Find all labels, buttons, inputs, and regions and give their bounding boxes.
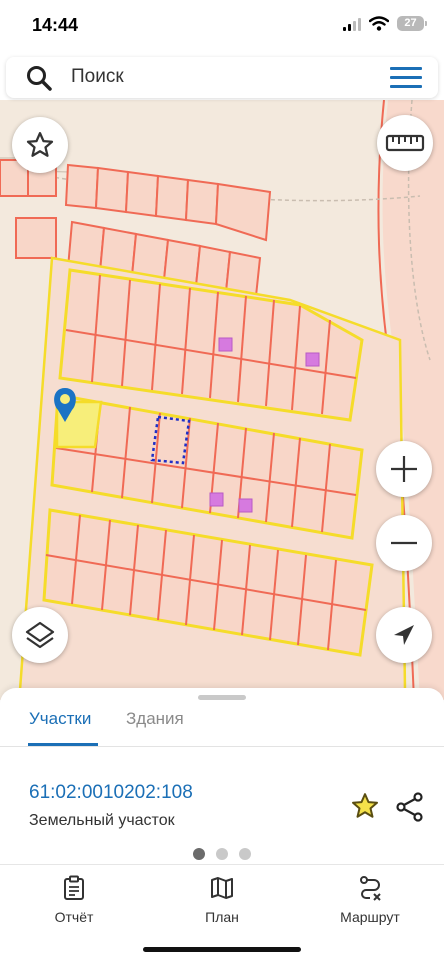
battery-icon: 27 <box>397 16 427 31</box>
ruler-icon <box>385 134 425 152</box>
parcel-info-sheet[interactable]: Участки Здания 61:02:0010202:108 Земельн… <box>0 688 444 864</box>
navigation-arrow-icon <box>394 625 414 645</box>
menu-icon[interactable] <box>390 67 422 88</box>
share-icon[interactable] <box>396 792 424 822</box>
status-time: 14:44 <box>32 15 79 35</box>
search-input[interactable]: Поиск <box>71 66 124 88</box>
cadastral-map[interactable] <box>0 100 444 700</box>
favorite-star-icon[interactable] <box>350 791 380 821</box>
parcel[interactable] <box>124 170 160 218</box>
parcel-type: Земельный участок <box>29 812 175 829</box>
building <box>218 337 233 352</box>
building <box>305 352 320 367</box>
plus-icon <box>391 456 417 482</box>
sheet-drag-handle[interactable] <box>198 695 246 700</box>
nav-report[interactable]: Отчёт <box>19 875 129 925</box>
wifi-icon <box>369 16 389 31</box>
tab-divider <box>0 746 444 747</box>
zoom-out-button[interactable] <box>376 515 432 571</box>
nav-report-label: Отчёт <box>54 909 94 925</box>
ruler-button[interactable] <box>377 115 433 171</box>
minus-icon <box>391 541 417 545</box>
nav-plan[interactable]: План <box>167 875 277 925</box>
layers-button[interactable] <box>12 607 68 663</box>
parcel[interactable] <box>64 163 100 210</box>
star-outline-icon <box>26 132 54 157</box>
parcel[interactable] <box>214 182 272 242</box>
parcel[interactable] <box>15 217 57 259</box>
search-icon[interactable] <box>26 65 52 91</box>
tab-buildings[interactable]: Здания <box>126 709 184 729</box>
nav-route[interactable]: Маршрут <box>315 875 425 925</box>
parcel[interactable] <box>184 178 220 226</box>
my-location-button[interactable] <box>376 607 432 663</box>
page-indicator <box>193 848 251 860</box>
status-icons: 27 <box>343 16 427 31</box>
nav-route-label: Маршрут <box>340 909 400 925</box>
map-icon <box>211 877 233 899</box>
page-dot[interactable] <box>216 848 228 860</box>
cellular-signal-icon <box>343 17 361 31</box>
status-bar: 14:44 27 <box>0 0 444 52</box>
home-indicator[interactable] <box>143 947 301 952</box>
page-dot[interactable] <box>239 848 251 860</box>
parcel-cadastral-number[interactable]: 61:02:0010202:108 <box>29 782 193 804</box>
building <box>238 498 253 513</box>
zoom-in-button[interactable] <box>376 441 432 497</box>
layers-icon <box>25 621 55 649</box>
parcel[interactable] <box>94 166 130 214</box>
map-canvas[interactable] <box>0 100 444 700</box>
favorites-button[interactable] <box>12 117 68 173</box>
route-icon <box>360 876 381 901</box>
page-dot[interactable] <box>193 848 205 860</box>
tab-parcels[interactable]: Участки <box>29 709 91 729</box>
report-icon <box>64 875 84 900</box>
search-bar[interactable]: Поиск <box>6 57 438 98</box>
building <box>209 492 224 507</box>
parcel[interactable] <box>154 174 190 222</box>
nav-plan-label: План <box>205 909 239 925</box>
bottom-navigation: Отчёт План Маршрут <box>0 864 444 960</box>
